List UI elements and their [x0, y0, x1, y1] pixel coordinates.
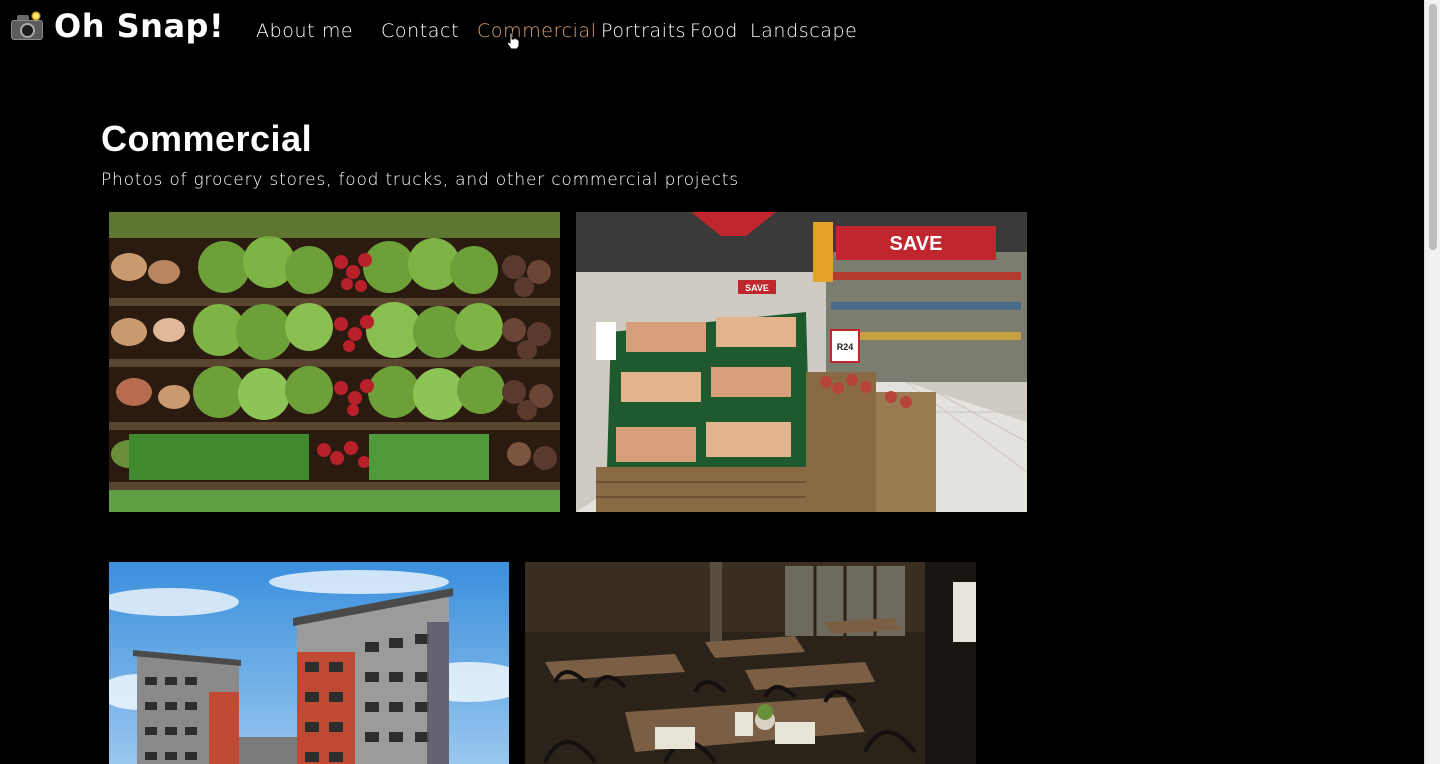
save-tag-text: SAVE: [745, 283, 769, 293]
supermarket-aisle-photo[interactable]: SAVE R24 SAVE: [576, 212, 1027, 512]
page-subtitle: Photos of grocery stores, food trucks, a…: [101, 170, 739, 190]
price-tag-text: R24: [837, 342, 854, 352]
nav-contact[interactable]: Contact: [381, 20, 459, 42]
hand-cursor-icon: [506, 32, 520, 50]
site-title: Oh Snap!: [54, 7, 225, 45]
produce-shelves-photo[interactable]: [109, 212, 560, 512]
nav-portraits[interactable]: Portraits: [601, 20, 686, 42]
nav-commercial[interactable]: Commercial: [477, 20, 597, 42]
nav-food[interactable]: Food: [690, 20, 738, 42]
camera-flash-icon: [10, 11, 44, 41]
apartment-building-photo[interactable]: [109, 562, 509, 764]
nav-landscape[interactable]: Landscape: [750, 20, 857, 42]
page: Oh Snap! About me Contact Commercial Por…: [0, 0, 1424, 764]
nav-about-me[interactable]: About me: [256, 20, 353, 42]
page-title: Commercial: [101, 118, 313, 159]
save-banner-text: SAVE: [890, 233, 943, 255]
page-scrollbar[interactable]: [1424, 0, 1440, 764]
scrollbar-thumb[interactable]: [1429, 4, 1437, 250]
restaurant-interior-photo[interactable]: [525, 562, 976, 764]
site-brand[interactable]: Oh Snap!: [10, 6, 224, 46]
